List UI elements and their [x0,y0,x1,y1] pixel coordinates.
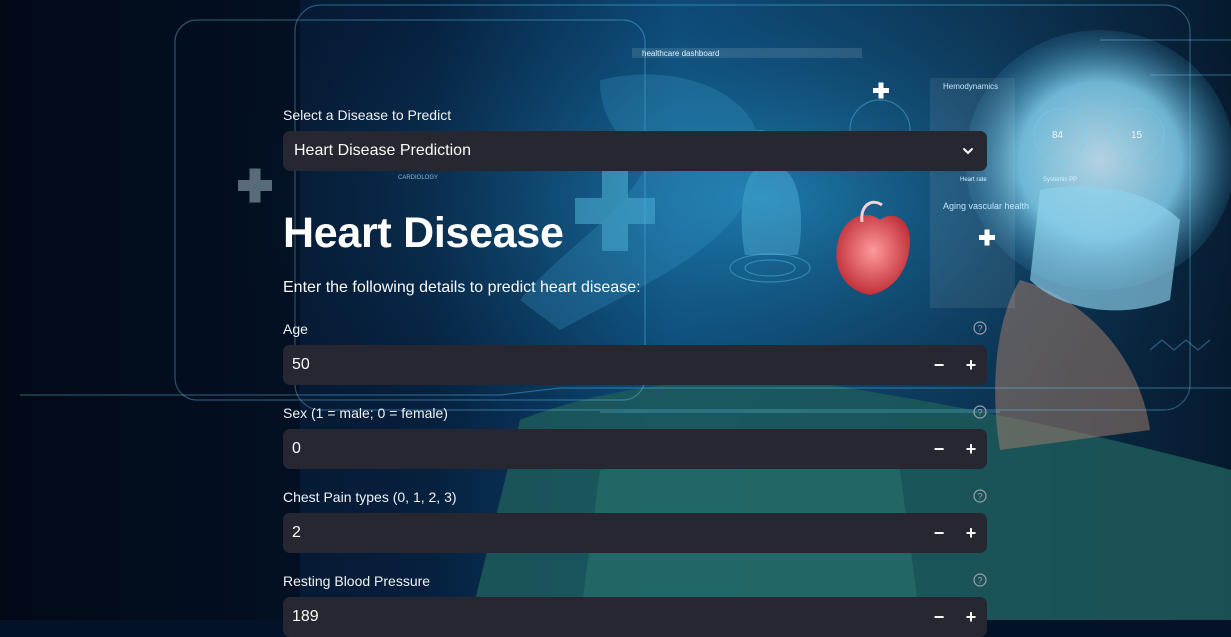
minus-icon: − [933,606,945,627]
disease-select-label: Select a Disease to Predict [283,107,452,123]
plus-icon: + [965,354,977,375]
disease-select[interactable]: Heart Disease Prediction [283,131,987,171]
plus-icon: + [965,522,977,543]
age-decrement-button[interactable]: − [923,345,955,385]
sex-field: − + [283,429,987,469]
chest-pain-label: Chest Pain types (0, 1, 2, 3) [283,489,457,505]
minus-icon: − [933,354,945,375]
cardiology-label: CARDIOLOGY [398,175,438,181]
disease-select-value: Heart Disease Prediction [294,142,471,159]
svg-text:?: ? [977,491,982,501]
page-subtitle: Enter the following details to predict h… [283,279,641,296]
help-circle-icon[interactable]: ? [973,489,987,503]
resting-bp-decrement-button[interactable]: − [923,597,955,637]
minus-icon: − [933,438,945,459]
resting-bp-label: Resting Blood Pressure [283,573,431,589]
svg-text:?: ? [977,575,982,585]
resting-bp-input[interactable] [283,597,923,637]
sex-label: Sex (1 = male; 0 = female) [283,405,448,421]
sex-input[interactable] [283,429,923,469]
chest-pain-decrement-button[interactable]: − [923,513,955,553]
chest-pain-field: − + [283,513,987,553]
age-increment-button[interactable]: + [955,345,987,385]
age-label: Age [283,321,308,337]
age-field: − + [283,345,987,385]
page-title: Heart Disease [283,209,564,257]
gauge-value-1: 84 [1052,130,1064,141]
help-circle-icon[interactable]: ? [973,405,987,419]
svg-text:?: ? [977,407,982,417]
chest-pain-input[interactable] [283,513,923,553]
svg-text:?: ? [977,323,982,333]
chevron-down-icon [960,143,976,159]
hemodynamics-label: Hemodynamics [943,82,998,91]
help-circle-icon[interactable]: ? [973,321,987,335]
minus-icon: − [933,522,945,543]
gauge-value-2: 15 [1131,130,1143,141]
plus-icon: + [965,438,977,459]
dashboard-label: healthcare dashboard [642,49,719,58]
plus-icon: + [965,606,977,627]
systemic-label: Systemic PP [1043,177,1077,183]
heart-rate-label: Heart rate [960,177,987,183]
sex-decrement-button[interactable]: − [923,429,955,469]
help-circle-icon[interactable]: ? [973,573,987,587]
resting-bp-field: − + [283,597,987,637]
age-input[interactable] [283,345,923,385]
aging-label: Aging vascular health [943,201,1029,211]
chest-pain-increment-button[interactable]: + [955,513,987,553]
sex-increment-button[interactable]: + [955,429,987,469]
resting-bp-increment-button[interactable]: + [955,597,987,637]
